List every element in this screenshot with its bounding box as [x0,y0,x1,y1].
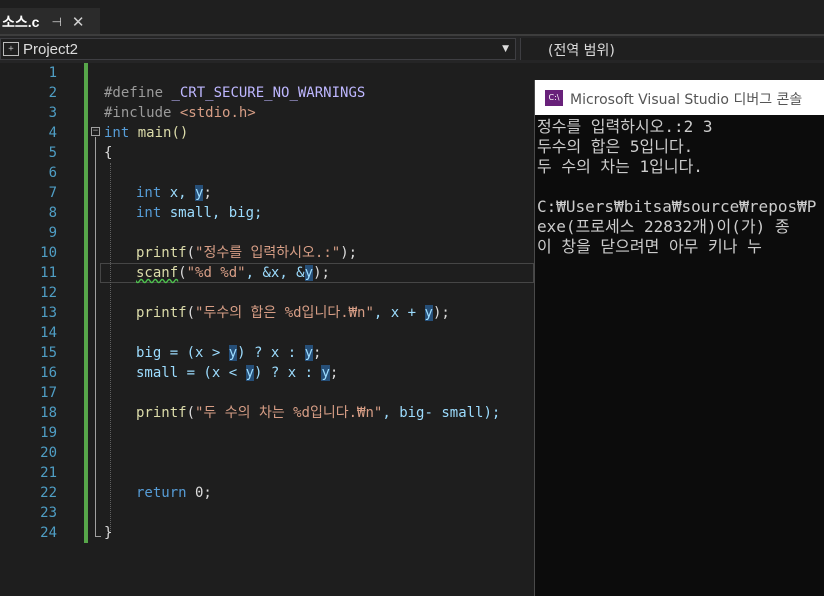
project-icon: + [3,42,19,56]
code-line-4: int main() [104,125,189,141]
dropdown-arrow-icon[interactable]: ▼ [502,44,509,54]
line-number: 11 [40,265,57,281]
line-number: 4 [48,125,57,141]
document-tab-bar: 소스.c ⊣ ✕ [0,0,824,36]
line-number-gutter: 1 2 3 4 5 6 7 8 9 10 11 12 13 14 15 16 17 18 19 20 21 22 23 24 [0,63,84,596]
line-number: 12 [40,285,57,301]
console-line: exe(프로세스 22832개)이(가) 종 [537,217,790,236]
line-number: 5 [48,145,57,161]
code-line-5: { [104,145,113,161]
line-number: 20 [40,445,57,461]
console-output: 정수를 입력하시오.:2 3 두수의 합은 5입니다. 두 수의 차는 1입니다. C… [535,117,824,596]
line-number: 13 [40,305,57,321]
outline-line [95,137,96,537]
document-tab[interactable]: 소스.c ⊣ ✕ [0,8,100,35]
console-line: 정수를 입력하시오.:2 3 [537,117,713,136]
line-number: 7 [48,185,57,201]
code-line-2: #define _CRT_SECURE_NO_WARNINGS [104,85,366,101]
line-number: 22 [40,485,57,501]
line-number: 15 [40,345,57,361]
line-number: 19 [40,425,57,441]
code-line-15: big = (x > y) ? x : y; [136,345,322,361]
code-line-13: printf("두수의 합은 %d입니다.₩n", x + y); [136,305,450,321]
code-line-24: } [104,525,113,541]
line-number: 9 [48,225,57,241]
debug-console-window[interactable]: C:\ Microsoft Visual Studio 디버그 콘솔 정수를 입… [534,80,824,596]
code-line-22: return 0; [136,485,212,501]
line-number: 17 [40,385,57,401]
code-line-18: printf("두 수의 차는 %d입니다.₩n", big- small); [136,405,501,421]
line-number: 23 [40,505,57,521]
code-line-3: #include <stdio.h> [104,105,256,121]
code-line-10: printf("정수를 입력하시오.:"); [136,245,358,261]
line-number: 2 [48,85,57,101]
console-line: 두수의 합은 5입니다. [537,137,694,156]
navigation-bar: + Project2 ▼ (전역 범위) [0,36,824,64]
line-number: 3 [48,105,57,121]
console-title: Microsoft Visual Studio 디버그 콘솔 [570,92,803,108]
line-number: 18 [40,405,57,421]
console-app-icon: C:\ [545,90,563,106]
pin-icon[interactable]: ⊣ [51,15,61,29]
line-number: 21 [40,465,57,481]
console-line: C:₩Users₩bitsa₩source₩repos₩P [537,197,817,216]
code-line-7: int x, y; [136,185,212,201]
outline-end [95,536,101,537]
line-number: 6 [48,165,57,181]
close-tab-icon[interactable]: ✕ [72,13,85,31]
line-number: 16 [40,365,57,381]
console-title-bar[interactable]: C:\ Microsoft Visual Studio 디버그 콘솔 [535,80,824,115]
project-name: Project2 [23,41,79,58]
console-line: 이 창을 닫으려면 아무 키나 누 [537,237,762,256]
code-line-11: scanf("%d %d", &x, &y); [136,265,330,281]
console-line: 두 수의 차는 1입니다. [537,157,703,176]
code-line-16: small = (x < y) ? x : y; [136,365,339,381]
scope-label: (전역 범위) [548,43,615,59]
line-number: 14 [40,325,57,341]
code-line-8: int small, big; [136,205,263,221]
line-number: 10 [40,245,57,261]
tab-filename: 소스.c [2,13,40,30]
line-number: 1 [48,65,57,81]
project-dropdown[interactable]: + Project2 ▼ [0,38,516,60]
collapse-icon[interactable]: − [91,127,100,136]
change-tracking-bar [84,63,88,543]
indent-guide [110,163,111,533]
line-number: 8 [48,205,57,221]
line-number: 24 [40,525,57,541]
